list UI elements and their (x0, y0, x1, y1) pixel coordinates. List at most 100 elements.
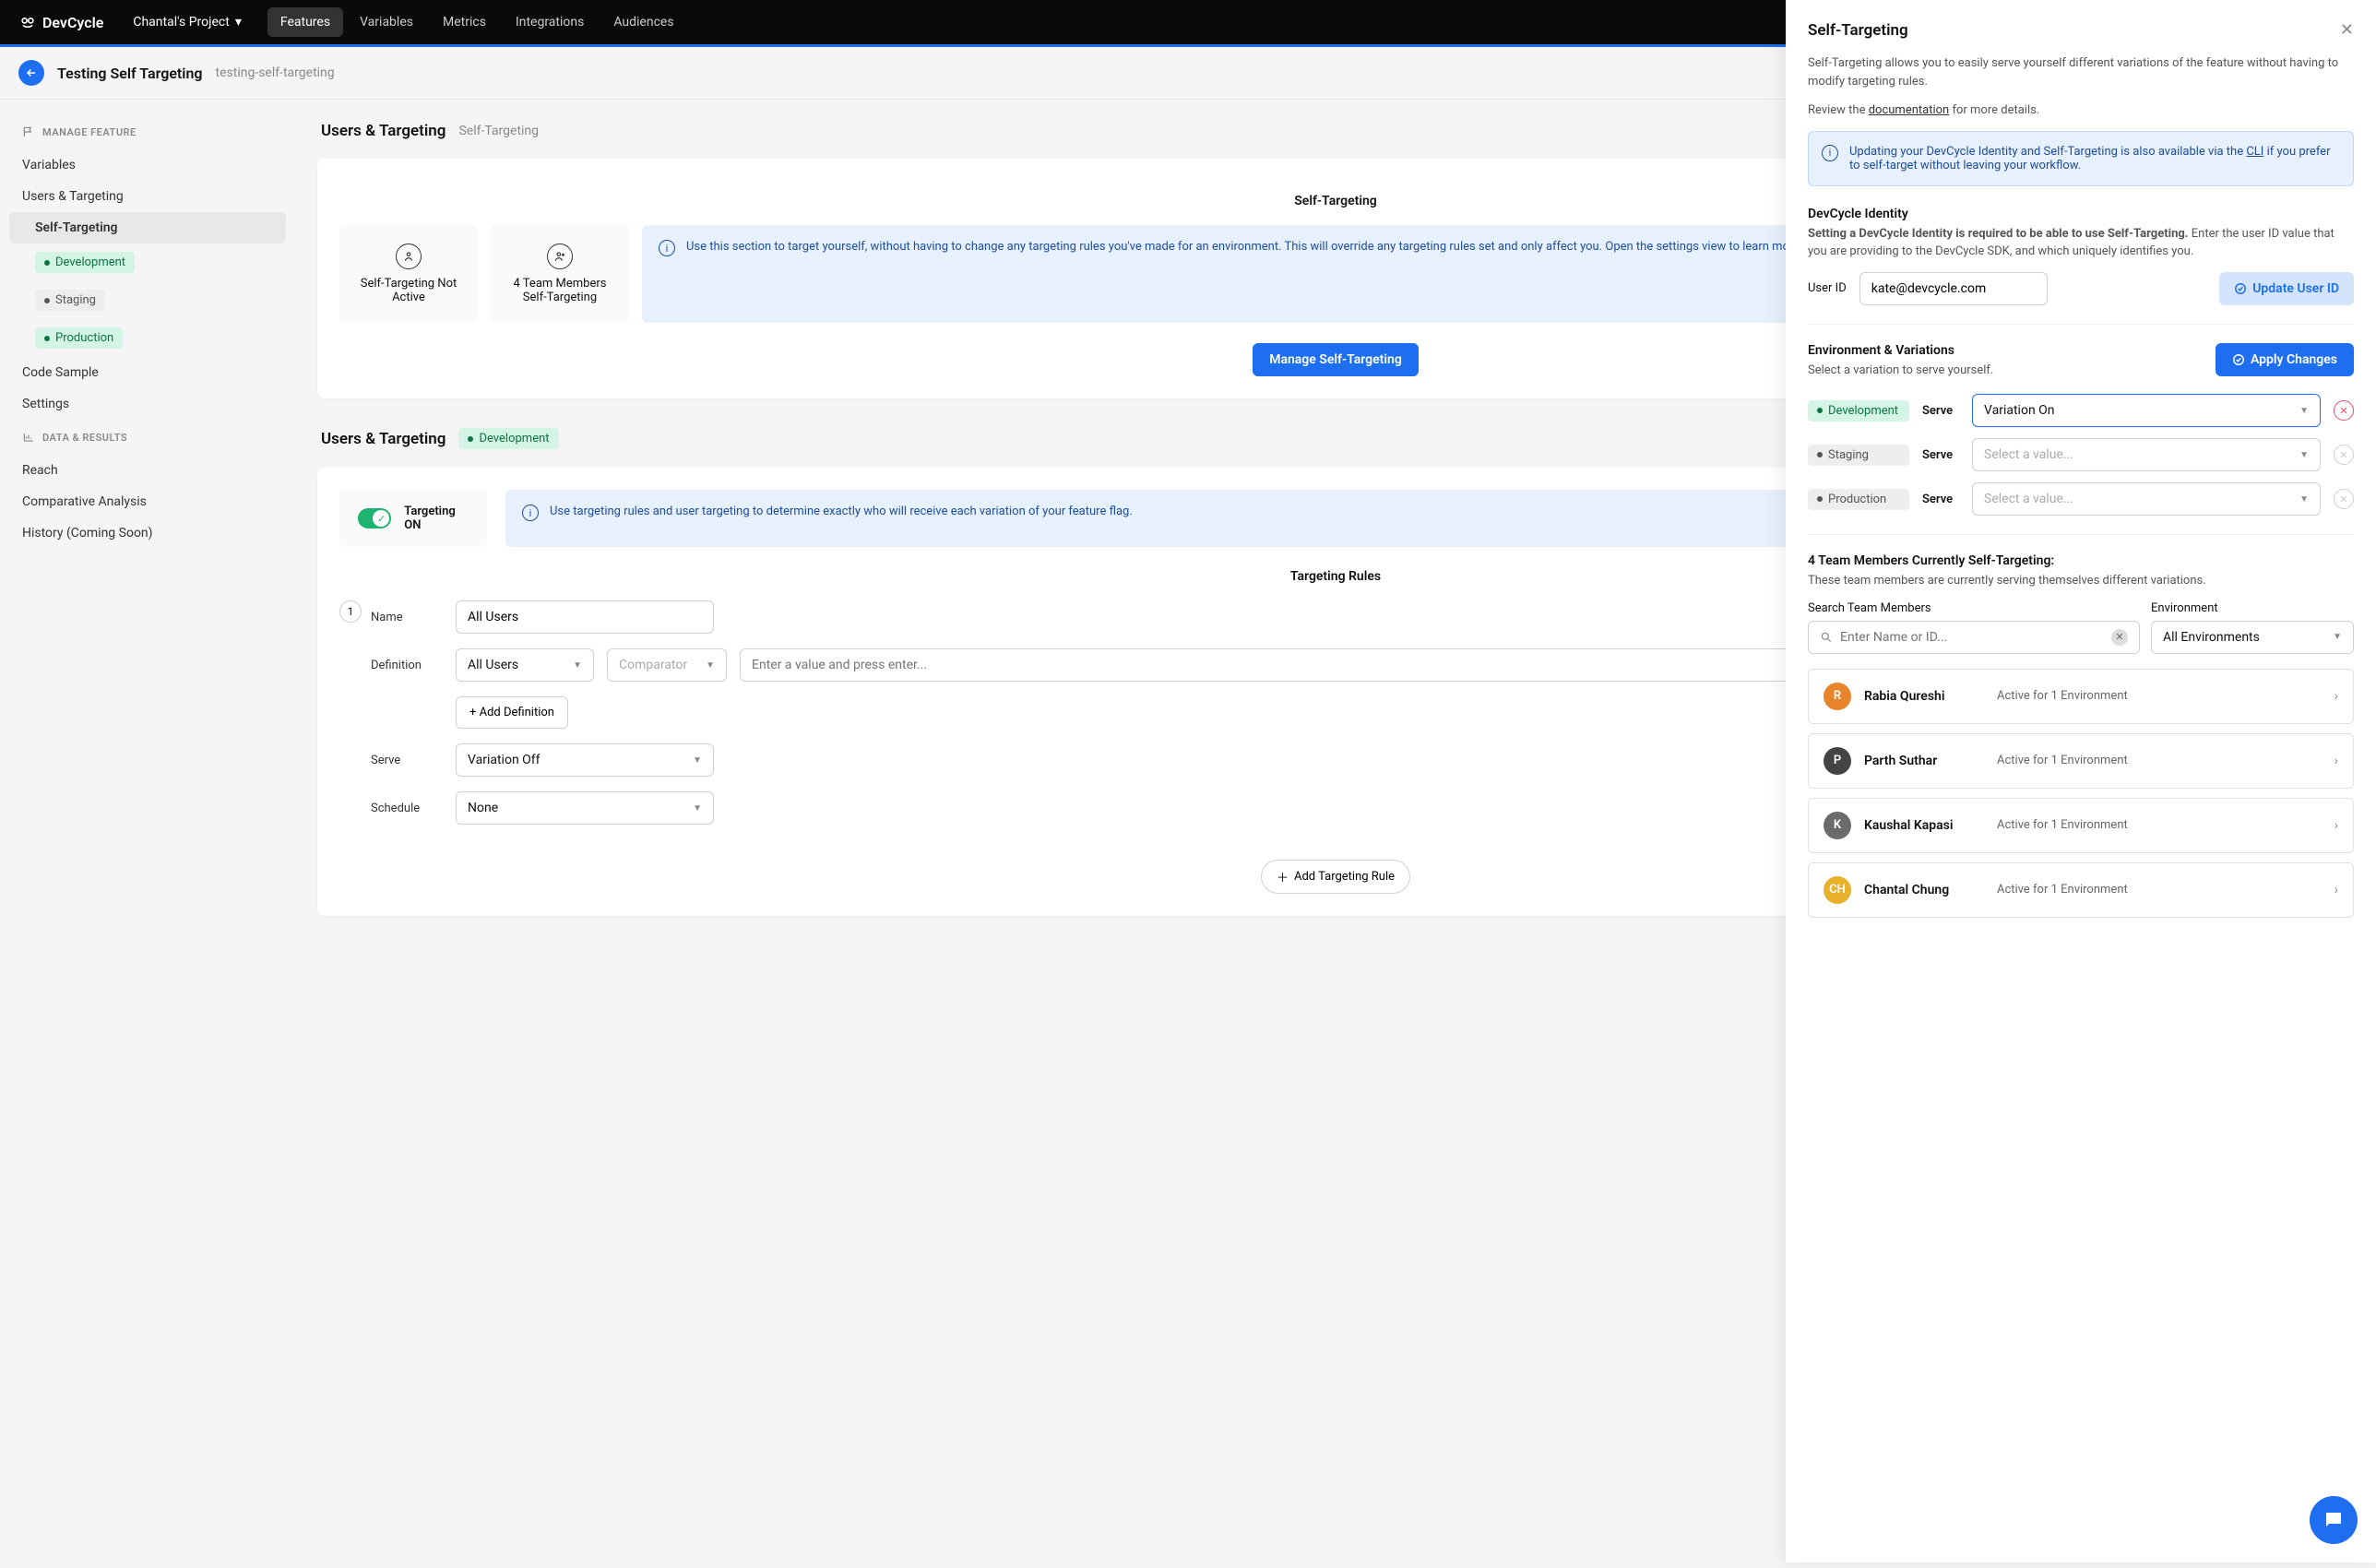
drawer-intro: Self-Targeting allows you to easily serv… (1808, 54, 2354, 90)
project-selector[interactable]: Chantal's Project ▾ (133, 15, 242, 30)
add-definition-button[interactable]: + Add Definition (456, 696, 568, 729)
chevron-down-icon: ▼ (2299, 494, 2309, 505)
chart-icon (22, 431, 35, 444)
sidebar-history[interactable]: History (Coming Soon) (9, 517, 286, 549)
serve-label: Serve (371, 754, 443, 767)
info-icon: i (522, 505, 539, 521)
clear-dev-button[interactable]: ✕ (2334, 400, 2354, 421)
nav-audiences[interactable]: Audiences (600, 7, 686, 37)
sidebar-production[interactable]: Production (9, 319, 286, 357)
avatar: P (1824, 747, 1851, 775)
avatar: K (1824, 812, 1851, 839)
env-row-production: Production Serve Select a value...▼ ✕ (1808, 482, 2354, 516)
member-name: Rabia Qureshi (1864, 689, 1984, 704)
cli-info: i Updating your DevCycle Identity and Se… (1808, 131, 2354, 186)
chevron-down-icon: ▼ (2299, 406, 2309, 416)
check-circle-icon (2232, 353, 2245, 366)
member-name: Parth Suthar (1864, 754, 1984, 768)
env-filter-select[interactable]: All Environments▼ (2151, 621, 2354, 654)
chevron-down-icon: ▼ (706, 660, 715, 671)
sidebar-development[interactable]: Development (9, 244, 286, 281)
sidebar-comparative[interactable]: Comparative Analysis (9, 486, 286, 517)
sidebar-self-targeting[interactable]: Self-Targeting (9, 212, 286, 244)
targeting-toggle[interactable]: ✓ (358, 508, 391, 529)
userid-input[interactable] (1859, 272, 2048, 305)
feature-title: Testing Self Targeting (57, 65, 203, 82)
self-targeting-info-text: Use this section to target yourself, wit… (686, 240, 1900, 308)
member-status: Active for 1 Environment (1997, 883, 2128, 897)
chevron-right-icon: › (2334, 754, 2338, 768)
rule-number: 1 (339, 600, 362, 623)
clear-production-button[interactable]: ✕ (2334, 489, 2354, 509)
member-card[interactable]: CH Chantal Chung Active for 1 Environmen… (1808, 862, 2354, 918)
sidebar-code-sample[interactable]: Code Sample (9, 357, 286, 388)
chevron-right-icon: › (2334, 818, 2338, 833)
feature-slug: testing-self-targeting (216, 65, 335, 80)
cli-link[interactable]: CLI (2246, 145, 2263, 159)
env-filter-label: Environment (2151, 601, 2354, 615)
info-icon: i (659, 240, 675, 256)
sidebar-settings[interactable]: Settings (9, 388, 286, 420)
targeting-toggle-label: Targeting ON (404, 505, 469, 532)
sidebar-variables[interactable]: Variables (9, 149, 286, 181)
member-card[interactable]: P Parth Suthar Active for 1 Environment … (1808, 733, 2354, 789)
definition-label: Definition (371, 659, 443, 672)
logo-text: DevCycle (42, 14, 103, 31)
staging-serve-select[interactable]: Select a value...▼ (1972, 438, 2321, 471)
name-label: Name (371, 611, 443, 624)
chat-widget[interactable] (2310, 1496, 2358, 1544)
sidebar-staging[interactable]: Staging (9, 281, 286, 319)
members-title: 4 Team Members Currently Self-Targeting: (1808, 553, 2354, 568)
identity-sub: Setting a DevCycle Identity is required … (1808, 225, 2354, 261)
documentation-link[interactable]: documentation (1869, 103, 1950, 117)
nav-integrations[interactable]: Integrations (503, 7, 597, 37)
rule-name-input[interactable] (456, 600, 714, 634)
schedule-select[interactable]: None▼ (456, 791, 714, 825)
member-card[interactable]: R Rabia Qureshi Active for 1 Environment… (1808, 669, 2354, 724)
team-members-count-card: 4 Team MembersSelf-Targeting (491, 225, 629, 323)
arrow-left-icon (25, 66, 38, 79)
apply-changes-button[interactable]: Apply Changes (2216, 343, 2354, 376)
member-status: Active for 1 Environment (1997, 689, 2128, 703)
nav-metrics[interactable]: Metrics (430, 7, 499, 37)
dev-serve-select[interactable]: Variation On▼ (1972, 394, 2321, 427)
sidebar-users-targeting[interactable]: Users & Targeting (9, 181, 286, 212)
comparator-select[interactable]: Comparator▼ (607, 648, 727, 682)
self-targeting-status-card: Self-Targeting NotActive (339, 225, 478, 323)
member-name: Kaushal Kapasi (1864, 818, 1984, 833)
member-card[interactable]: K Kaushal Kapasi Active for 1 Environmen… (1808, 798, 2354, 853)
production-serve-select[interactable]: Select a value...▼ (1972, 482, 2321, 516)
update-userid-button[interactable]: Update User ID (2219, 272, 2354, 305)
drawer-title: Self-Targeting (1808, 21, 1908, 40)
search-members-input[interactable]: ✕ (1808, 621, 2140, 654)
serve-select[interactable]: Variation Off▼ (456, 743, 714, 777)
env-variations-sub: Select a variation to serve yourself. (1808, 362, 1993, 380)
data-results-section: DATA & RESULTS (9, 420, 286, 455)
drawer-review: Review the documentation for more detail… (1808, 101, 2354, 120)
clear-search-button[interactable]: ✕ (2111, 629, 2128, 646)
panel-1-sub: Self-Targeting (458, 124, 539, 138)
search-icon (1820, 631, 1833, 644)
chevron-down-icon: ▾ (235, 15, 242, 30)
back-button[interactable] (18, 60, 44, 86)
sidebar-reach[interactable]: Reach (9, 455, 286, 486)
nav-variables[interactable]: Variables (347, 7, 426, 37)
chevron-down-icon: ▼ (573, 660, 582, 671)
nav-features[interactable]: Features (267, 7, 343, 37)
sidebar: MANAGE FEATURE Variables Users & Targeti… (0, 100, 295, 1568)
manage-self-targeting-button[interactable]: Manage Self-Targeting (1253, 343, 1419, 376)
targeting-info-text: Use targeting rules and user targeting t… (550, 505, 1133, 532)
chevron-right-icon: › (2334, 883, 2338, 897)
nav-tabs: Features Variables Metrics Integrations … (267, 7, 687, 37)
avatar: R (1824, 683, 1851, 710)
check-circle-icon (2234, 282, 2247, 295)
close-icon[interactable]: ✕ (2340, 20, 2354, 40)
chevron-down-icon: ▼ (693, 755, 702, 766)
clear-staging-button[interactable]: ✕ (2334, 445, 2354, 465)
member-status: Active for 1 Environment (1997, 754, 2128, 767)
definition-select[interactable]: All Users▼ (456, 648, 594, 682)
add-targeting-rule-button[interactable]: ＋Add Targeting Rule (1261, 860, 1410, 894)
panel-2-title: Users & Targeting (321, 430, 446, 448)
panel-1-title: Users & Targeting (321, 122, 446, 140)
panel-2-env: Development (479, 432, 549, 445)
